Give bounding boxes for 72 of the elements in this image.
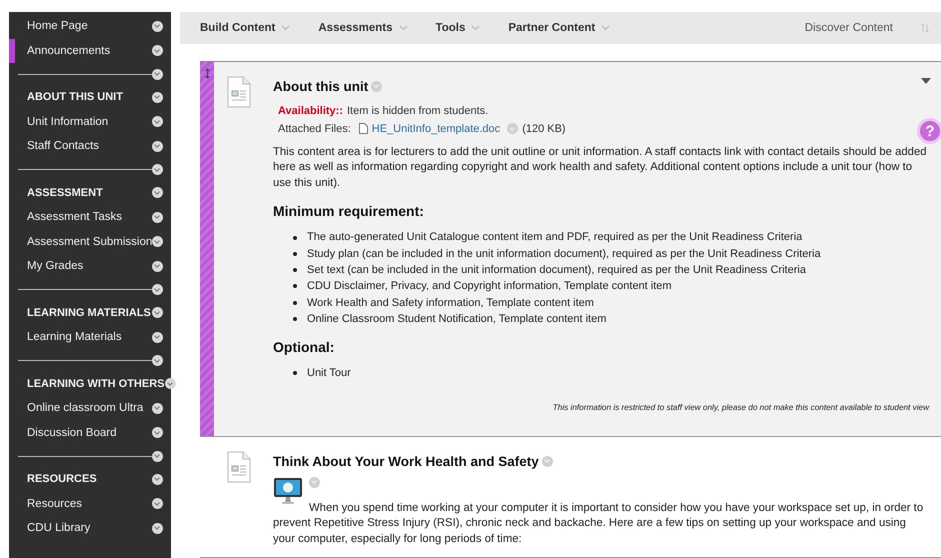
file-size: (120 KB) xyxy=(522,122,566,137)
chevron-icon[interactable] xyxy=(152,116,163,128)
discover-content-button[interactable]: Discover Content xyxy=(804,22,893,34)
chevron-icon[interactable] xyxy=(152,92,163,103)
file-icon xyxy=(358,123,368,134)
availability-text: Item is hidden from students. xyxy=(347,104,488,119)
chevron-icon[interactable] xyxy=(152,402,163,414)
caret-icon xyxy=(601,24,610,31)
chevron-icon[interactable] xyxy=(164,378,176,390)
chevron-icon[interactable] xyxy=(152,427,163,438)
sidebar-item[interactable]: Home Page xyxy=(27,20,152,32)
drag-handle-icon[interactable] xyxy=(205,68,210,79)
chevron-icon[interactable] xyxy=(152,212,163,223)
caret-icon xyxy=(281,24,290,31)
item-title[interactable]: About this unit xyxy=(273,78,368,94)
caret-icon xyxy=(398,24,408,31)
sidebar-item[interactable]: ASSESSMENT xyxy=(27,186,152,199)
chevron-icon[interactable] xyxy=(152,68,163,80)
paragraph: This content area is for lecturers to add the unit outline or unit information. A staff contacts link with contact details should be added here as well as information regarding copyright and work health and safety. Additional content options include a unit tour (how to use this unit). xyxy=(273,144,928,191)
chevron-icon[interactable] xyxy=(152,260,163,272)
sidebar-item[interactable]: Discussion Board xyxy=(27,426,152,439)
chevron-icon[interactable] xyxy=(152,307,163,318)
bullet-item: Work Health and Safety information, Template content item xyxy=(293,294,929,311)
paragraph: When you spend time working at your computer it is important to consider how you have your workspace set up, in order to prevent Repetitive Stress Injury (RSI), chronic neck and backache. Here are a few tips on setting up your workspace and using your computer, especially for long periods of time: xyxy=(273,500,924,546)
chevron-icon[interactable] xyxy=(152,522,163,534)
sidebar-item[interactable]: Assessment Submission xyxy=(27,236,152,248)
chevron-icon[interactable] xyxy=(152,140,163,152)
bullet-item: CDU Disclaimer, Privacy, and Copyright information, Template content item xyxy=(293,278,929,295)
sidebar-item[interactable]: Resources xyxy=(27,498,152,510)
file-link[interactable]: HE_UnitInfo_template.doc xyxy=(372,120,500,138)
menu-button[interactable]: Partner Content xyxy=(508,22,610,34)
chevron-icon[interactable] xyxy=(152,164,163,175)
chevron-icon[interactable] xyxy=(152,450,163,462)
chevron-icon[interactable] xyxy=(152,45,163,56)
sidebar-item[interactable]: CDU Library xyxy=(27,522,152,534)
staff-note: This information is restricted to staff view only, please do not make this content available to student view xyxy=(552,402,929,412)
availability-label: Availability:: xyxy=(278,104,343,119)
sidebar-item[interactable]: RESOURCES xyxy=(27,473,152,486)
caret-icon xyxy=(471,24,480,31)
section-heading: Optional: xyxy=(273,339,336,356)
sidebar-item[interactable]: Assessment Tasks xyxy=(27,211,152,224)
chevron-icon[interactable] xyxy=(152,355,163,366)
bullet-item: Set text (can be included in the unit information document), required as per the Unit Readiness Criteria xyxy=(293,262,929,278)
sidebar-item[interactable]: Announcements xyxy=(27,44,152,57)
menu-button[interactable]: Build Content xyxy=(200,22,290,34)
chevron-icon[interactable] xyxy=(152,20,163,32)
sidebar-item[interactable]: Unit Information xyxy=(27,116,152,128)
chevron-icon[interactable] xyxy=(152,236,164,248)
chevron-icon[interactable] xyxy=(152,284,163,295)
sidebar-item[interactable]: Online classroom Ultra xyxy=(27,402,152,414)
document-icon xyxy=(226,76,250,108)
chevron-icon[interactable] xyxy=(152,187,163,198)
menu-button[interactable]: Tools xyxy=(436,22,480,34)
bullet-item: Study plan (can be included in the unit information document), required as per the Unit Readiness Criteria xyxy=(293,246,929,262)
bullet-item: The auto-generated Unit Catalogue content item and PDF, required as per the Unit Readiness Criteria xyxy=(293,229,929,246)
sidebar-item[interactable]: ABOUT THIS UNIT xyxy=(27,91,152,104)
sidebar-item[interactable]: Staff Contacts xyxy=(27,140,152,152)
section-heading: Minimum requirement: xyxy=(273,203,425,220)
sidebar-item[interactable]: LEARNING WITH OTHERS xyxy=(27,378,164,390)
chevron-icon[interactable] xyxy=(152,332,163,343)
sidebar-item[interactable]: My Grades xyxy=(27,260,152,272)
bullet-item: Online Classroom Student Notification, Template content item xyxy=(293,310,929,328)
attached-files-label: Attached Files: xyxy=(278,122,351,137)
caret-icon[interactable] xyxy=(921,78,931,84)
sidebar-item[interactable]: Learning Materials xyxy=(27,331,152,344)
chevron-icon[interactable] xyxy=(152,498,163,510)
menu-button[interactable]: Assessments xyxy=(318,22,408,34)
sidebar-item[interactable]: LEARNING MATERIALS xyxy=(27,306,152,319)
document-icon xyxy=(226,450,250,482)
bullet-item: Unit Tour xyxy=(293,365,929,382)
item-title[interactable]: Think About Your Work Health and Safety xyxy=(273,454,539,468)
chevron-icon[interactable] xyxy=(152,474,163,485)
